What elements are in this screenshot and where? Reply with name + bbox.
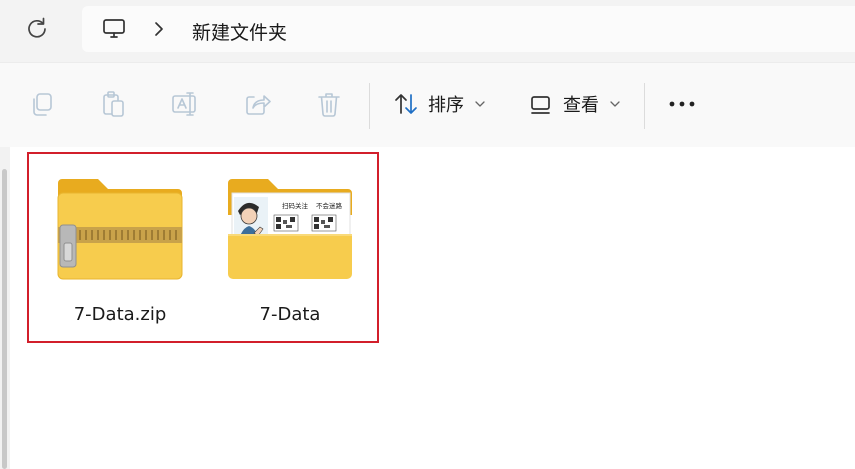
file-item-zip[interactable]: 7-Data.zip [44,169,196,339]
thumbnail-caption-2: 不会迷路 [316,201,343,210]
chevron-down-icon [475,101,485,107]
breadcrumb-current[interactable]: 新建文件夹 [192,18,287,45]
toolbar-divider [644,83,645,129]
copy-icon[interactable] [27,89,57,119]
computer-icon[interactable] [102,17,126,41]
command-bar: 排序 查看 [0,62,855,148]
rename-icon[interactable] [170,89,200,119]
view-label: 查看 [563,95,599,116]
more-icon[interactable] [665,91,699,117]
sort-label: 排序 [428,95,464,116]
file-list: 7-Data.zip 扫码关注 不会迷路 7-Data [0,147,855,469]
thumbnail-caption-1: 扫码关注 [282,201,309,210]
file-name[interactable]: 7-Data.zip [44,304,196,325]
chevron-right-icon[interactable] [152,20,166,38]
view-icon [531,96,550,114]
chevron-down-icon [610,101,620,107]
zip-folder-icon [57,179,183,280]
address-bar: 新建文件夹 [0,0,855,62]
qr-code-icon [311,214,337,232]
view-button[interactable]: 查看 [528,88,620,120]
scrollbar[interactable] [0,147,10,469]
address-path[interactable]: 新建文件夹 [82,6,855,52]
file-item-folder[interactable]: 扫码关注 不会迷路 7-Data [214,169,366,339]
scrollbar-thumb[interactable] [2,169,7,469]
delete-icon[interactable] [314,89,344,119]
refresh-icon[interactable] [22,14,52,44]
sort-button[interactable]: 排序 [393,88,485,120]
qr-code-icon [273,214,299,232]
toolbar-divider [369,83,370,129]
share-icon[interactable] [242,89,272,119]
file-name[interactable]: 7-Data [214,304,366,325]
sort-icon [395,94,417,114]
paste-icon[interactable] [98,89,128,119]
folder-icon: 扫码关注 不会迷路 [228,179,352,279]
